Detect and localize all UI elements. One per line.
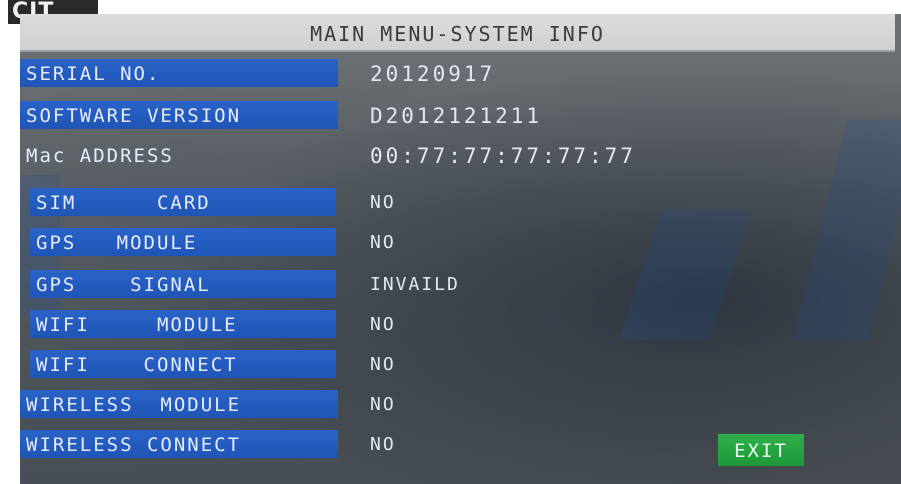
label-gps-module: GPS MODULE (30, 228, 336, 256)
label-wireless-connect: WIRELESS CONNECT (20, 430, 338, 458)
label-wifi-connect: WIFI CONNECT (30, 350, 336, 378)
label-mac-address: Mac ADDRESS (26, 145, 174, 167)
value-mac-address: 00:77:77:77:77:77 (370, 144, 636, 168)
value-wifi-module: NO (370, 314, 396, 335)
label-wifi-module: WIFI MODULE (30, 310, 336, 338)
value-serial-no: 20120917 (370, 62, 496, 86)
page-title: MAIN MENU-SYSTEM INFO (310, 22, 605, 46)
dvr-system-info-screen: CIT MAIN MENU-SYSTEM INFO SERIAL NO. SOF… (0, 0, 901, 484)
label-gps-signal: GPS SIGNAL (30, 270, 336, 298)
label-serial-no: SERIAL NO. (20, 59, 338, 87)
value-gps-module: NO (370, 232, 396, 253)
title-bar: MAIN MENU-SYSTEM INFO (20, 14, 895, 52)
watermark-shape (618, 210, 752, 340)
top-margin (0, 0, 901, 14)
exit-button[interactable]: EXIT (718, 434, 804, 466)
label-wireless-module: WIRELESS MODULE (20, 390, 338, 418)
value-sim-card: NO (370, 192, 396, 213)
value-wifi-connect: NO (370, 354, 396, 375)
value-wireless-module: NO (370, 394, 396, 415)
label-software-version: SOFTWARE VERSION (20, 101, 338, 129)
value-software-version: D2012121211 (370, 104, 543, 128)
left-margin (0, 0, 20, 484)
value-wireless-connect: NO (370, 434, 396, 455)
watermark-shape (792, 120, 901, 340)
label-sim-card: SIM CARD (30, 188, 336, 216)
value-gps-signal: INVAILD (370, 274, 460, 295)
